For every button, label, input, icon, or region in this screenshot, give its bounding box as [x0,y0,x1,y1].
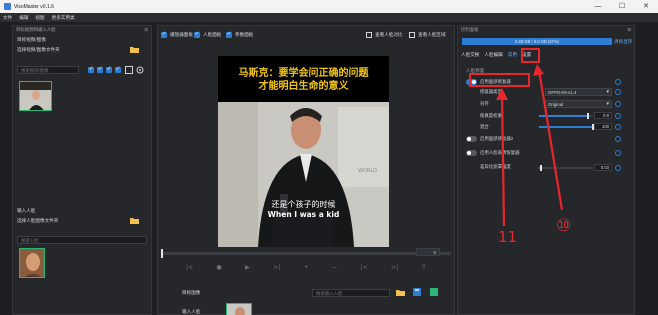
blend-value[interactable]: 100 [594,123,612,130]
tab-common[interactable]: 常用 [508,52,517,58]
seek-handle[interactable] [161,249,163,258]
filter-images-checkbox[interactable] [88,66,94,73]
detected-face-image [227,304,251,315]
video-seek-slider[interactable] [161,249,451,258]
control-panel-title: 控制面板 [461,27,479,32]
playback-controls: |< ● ▶ >| + − |< >| ⠿ [186,262,426,272]
target-folder-button[interactable]: 选择视频/图像文件夹 [17,47,60,53]
annotation-arrows [496,64,564,227]
expression-restorer-toggle[interactable] [466,149,477,156]
compare-checkbox[interactable] [366,32,372,38]
frame-counter[interactable]: 0 [416,248,440,256]
remove-marker-button[interactable]: − [332,264,337,271]
param-panel-checkbox[interactable] [226,31,232,38]
reset-icon[interactable] [615,101,621,107]
player-panel-label: 播放器面板 [170,32,193,37]
caption-bottom-en: When I was a kid [267,210,340,219]
video-frame[interactable]: 马斯克：要学会问正确的问题 才能明白生命的意义 WORLD 还是个孩子的时候 W… [218,56,389,247]
view-fullscreen-button[interactable]: ⠿ [422,264,426,271]
caption-top-line-2: 才能明白生命的意义 [258,81,349,92]
left-panel-title: 目标视频和输入人脸 [16,27,56,32]
reset-icon[interactable] [615,165,621,171]
title-bar: VisoMaster v0.1.6 — ☐ ✕ [0,0,658,13]
folder-icon[interactable] [130,46,139,53]
filter-webcam-checkbox[interactable] [106,66,112,73]
face-search-input[interactable]: 搜索人脸 [17,236,147,244]
target-section-label: 目标视频/图像 [17,37,46,42]
target-search-input[interactable]: 搜索视频/图像 [17,66,79,74]
menu-file[interactable]: 文件 [3,15,12,21]
play-button[interactable]: ▶ [245,264,250,271]
folder-icon[interactable] [396,289,405,296]
alignment-label: 对齐 [480,100,489,106]
filter-videos-checkbox[interactable] [97,66,103,73]
input-face-thumbnail[interactable] [19,248,45,278]
compare-label: 查看人脸对比 [375,32,403,37]
grid-view-icon[interactable] [125,66,133,74]
face-region-checkbox[interactable] [409,32,415,38]
fidelity-value[interactable]: 0.9 [594,112,612,119]
tab-face-edit[interactable]: 人脸编辑 [484,52,502,58]
face-thumbnail-image [20,249,44,277]
next-marker-button[interactable]: >| [391,264,398,271]
folder-icon[interactable] [130,217,139,224]
reset-icon[interactable] [615,113,621,119]
player-panel-checkbox[interactable] [161,31,167,38]
undock-icon[interactable]: ⊟ [627,27,631,33]
undock-icon[interactable]: ⊟ [144,27,148,33]
settings-icon[interactable] [136,66,144,74]
input-faces-label: 输入人脸 [182,309,201,314]
tab-face-swap[interactable]: 人脸交换 [461,52,479,58]
menu-more[interactable]: 更多实用类 [52,15,75,21]
maximize-button[interactable]: ☐ [610,0,634,13]
close-button[interactable]: ✕ [634,0,658,13]
annotation-number-11: 11 [498,228,518,246]
save-icon[interactable] [413,288,421,296]
reset-icon[interactable] [615,124,621,130]
face-panel-checkbox[interactable] [194,31,200,38]
prev-marker-button[interactable]: |< [361,264,368,271]
target-video-thumbnail[interactable] [19,81,52,111]
reset-icon[interactable] [615,150,621,156]
app-logo-icon [4,3,11,10]
reset-icon[interactable] [615,136,621,142]
reset-icon[interactable] [615,79,621,85]
enable-restorer2-toggle[interactable] [466,135,477,142]
add-marker-button[interactable]: + [304,264,309,271]
load-icon[interactable] [430,288,438,296]
blend-label: 混合 [480,123,489,129]
reset-icon[interactable] [615,89,621,95]
face-panel-label: 人脸面板 [203,32,222,37]
menu-edit[interactable]: 编辑 [19,15,28,21]
param-panel-label: 参数面板 [235,32,254,37]
face-region-label: 查看人脸区域 [418,32,446,37]
input-face-search[interactable]: 搜索输入人脸 [312,289,390,297]
diff-mask-value[interactable]: 0.03 [594,164,612,171]
window-title: VisoMaster v0.1.6 [14,3,54,10]
input-folder-button[interactable]: 选择人脸图像文件夹 [17,218,58,224]
speaker-scene-image: WORLD [218,102,389,247]
clear-vram-button[interactable]: 清除显存 [614,39,632,45]
video-thumbnail-image [20,82,51,110]
alignment-row: 对齐 [480,99,489,108]
detected-face-thumbnail[interactable] [226,303,252,315]
svg-text:WORLD: WORLD [358,168,377,174]
target-faces-label: 目标图像 [182,290,201,295]
menu-view[interactable]: 视图 [35,15,44,21]
prev-frame-button[interactable]: |< [186,264,193,271]
vram-usage-text: 3.48 GB / 6.0 GB (57%) [514,39,560,44]
record-button[interactable]: ● [216,264,221,271]
caption-bottom-zh: 还是个孩子的时候 [271,200,336,209]
input-section-label: 输入人脸 [17,208,36,213]
annotation-number-10: ⑩ [556,216,572,236]
filter-other-checkbox[interactable] [115,66,121,73]
next-frame-button[interactable]: >| [273,264,280,271]
minimize-button[interactable]: — [586,0,610,13]
menu-bar: 文件 编辑 视图 更多实用类 [0,13,658,22]
blend-row: 混合 [480,122,489,131]
